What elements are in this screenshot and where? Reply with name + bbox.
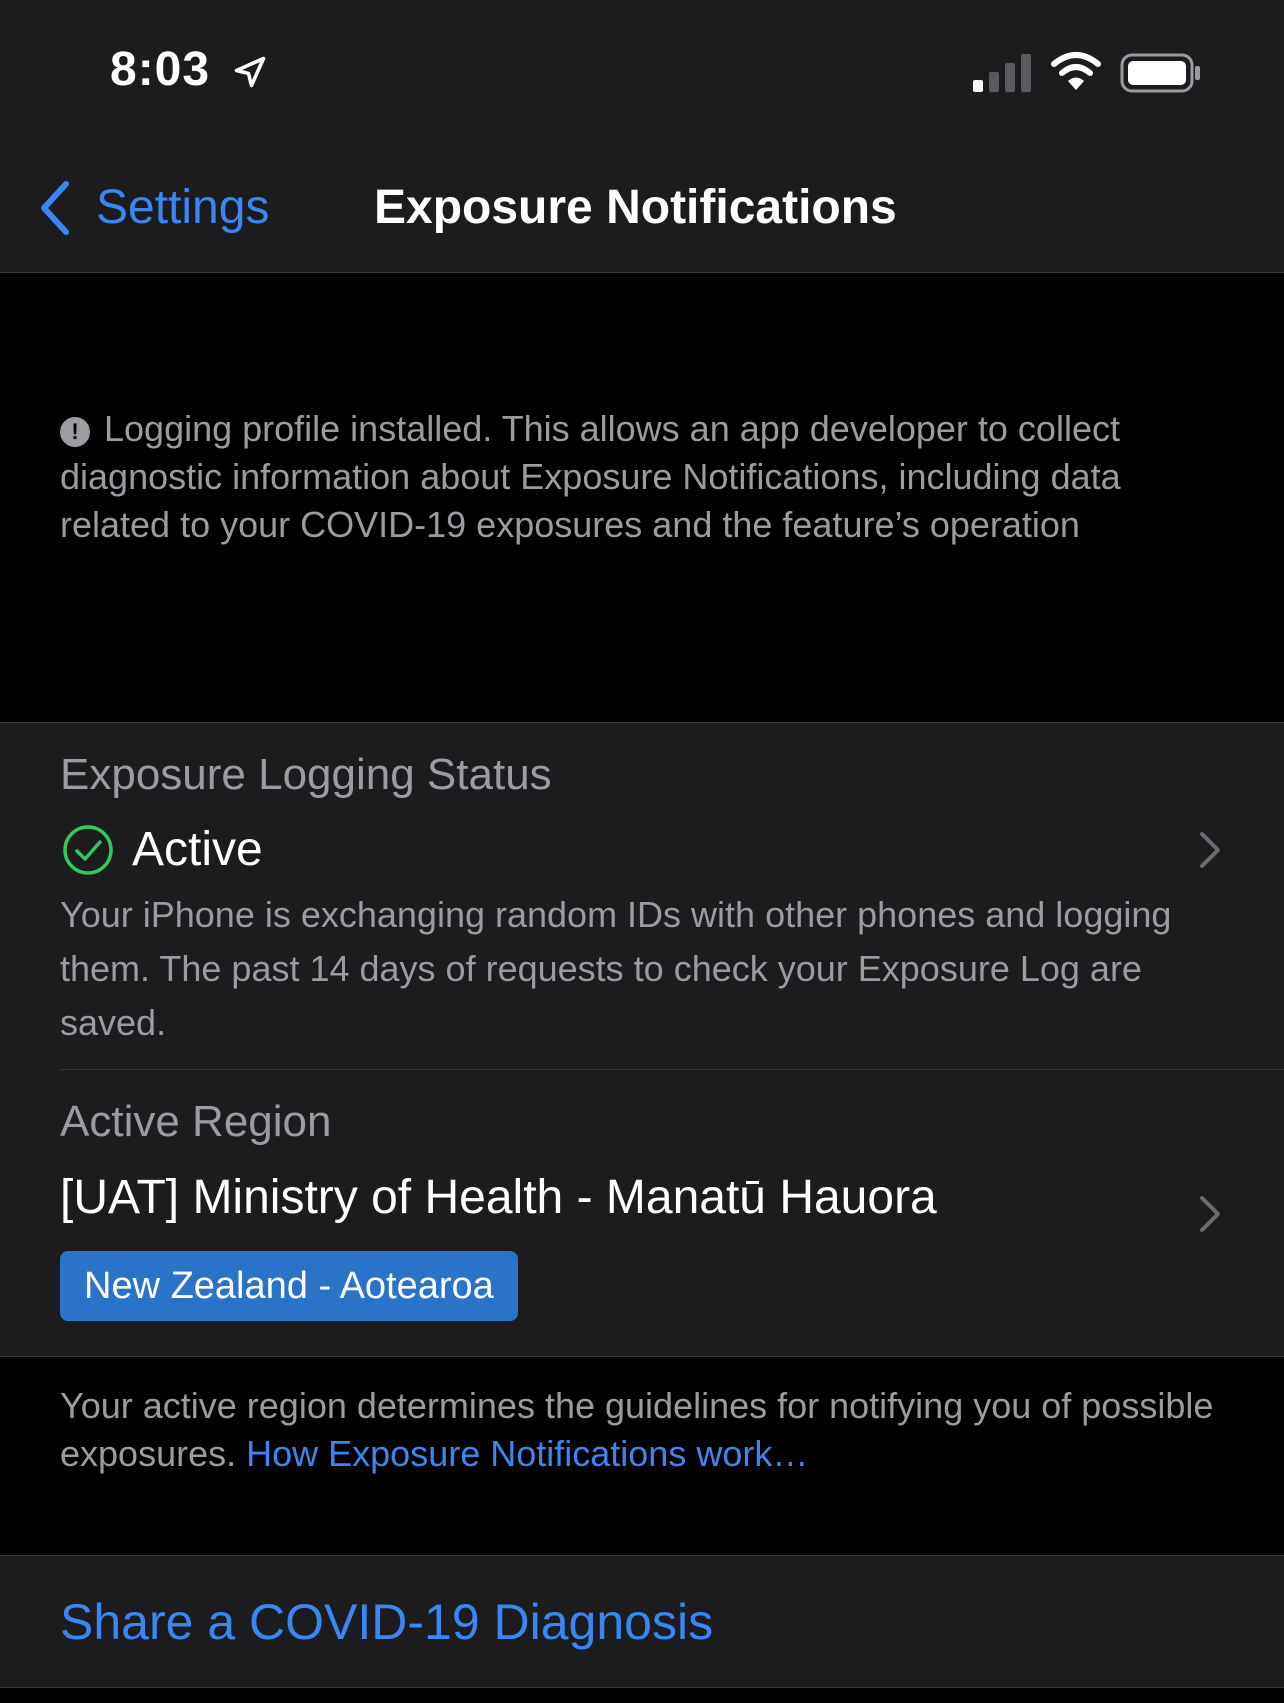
active-region-value[interactable]: [UAT] Ministry of Health - Manatū Hauora: [60, 1170, 937, 1225]
notice-text: Logging profile installed. This allows a…: [60, 408, 1121, 545]
logging-profile-notice: ! Logging profile installed. This allows …: [60, 405, 1220, 549]
chevron-right-icon[interactable]: [1196, 1192, 1224, 1236]
logging-status-label: Exposure Logging Status: [60, 750, 552, 799]
page-title: Exposure Notifications: [374, 181, 897, 234]
logging-status-value[interactable]: Active: [132, 822, 263, 877]
back-button[interactable]: Settings: [96, 180, 269, 235]
location-arrow-icon: [234, 56, 266, 88]
share-diagnosis-button[interactable]: Share a COVID-19 Diagnosis: [60, 1593, 713, 1651]
chevron-right-icon[interactable]: [1196, 828, 1224, 872]
active-region-label: Active Region: [60, 1097, 332, 1146]
region-badge: New Zealand - Aotearoa: [60, 1251, 518, 1321]
exclamation-circle-icon: !: [60, 417, 90, 447]
how-it-works-link[interactable]: How Exposure Notifications work…: [246, 1433, 808, 1474]
cellular-signal-icon: [973, 54, 1031, 92]
checkmark-circle-icon: [63, 825, 113, 875]
back-chevron-icon[interactable]: [36, 178, 76, 238]
wifi-icon: [1051, 52, 1101, 90]
region-footer-note: Your active region determines the guidel…: [60, 1382, 1240, 1478]
status-time: 8:03: [110, 43, 211, 96]
logging-status-description: Your iPhone is exchanging random IDs wit…: [60, 894, 1172, 1043]
divider: [60, 1069, 1284, 1070]
battery-icon: [1120, 53, 1200, 93]
